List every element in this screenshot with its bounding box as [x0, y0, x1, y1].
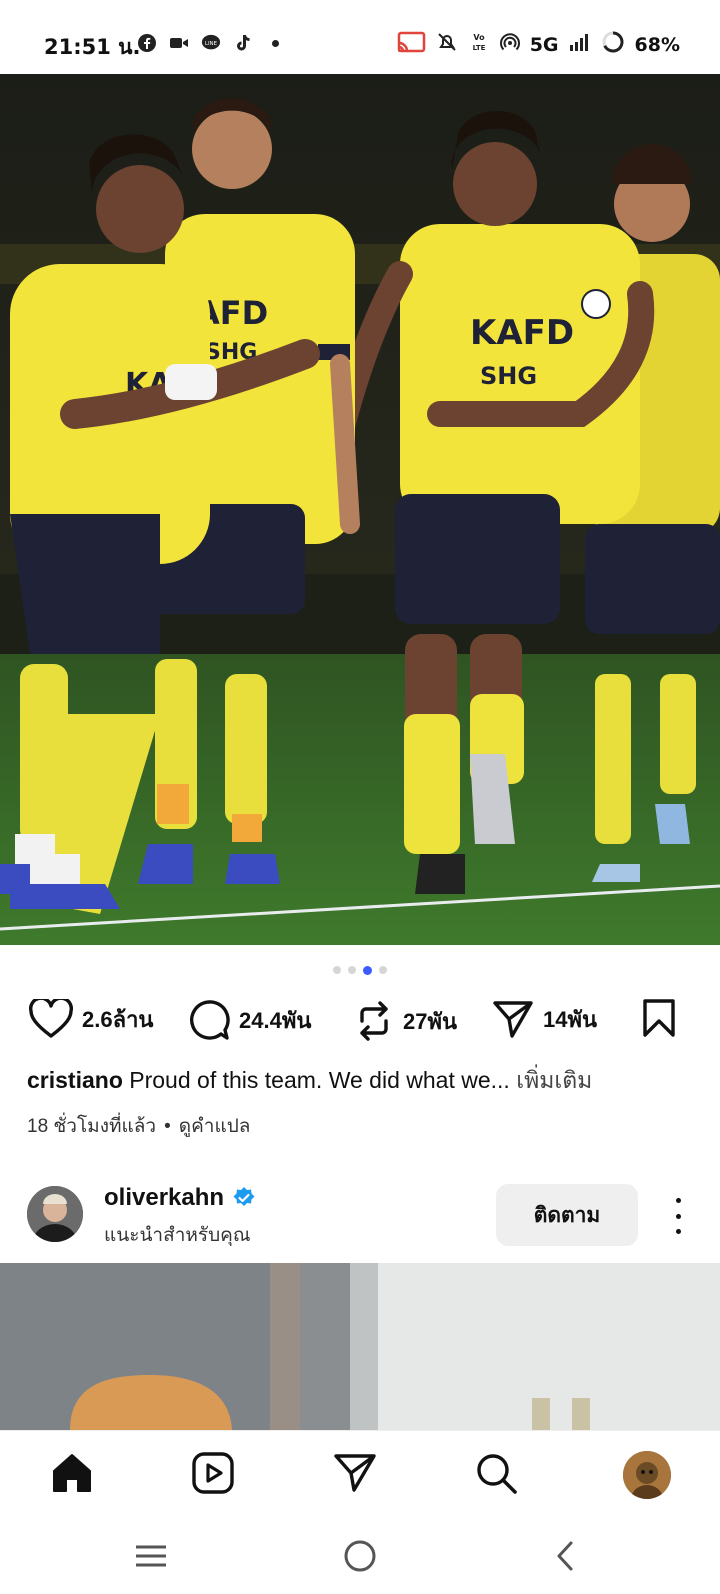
battery-level: 68%: [634, 33, 680, 56]
reels-icon: [192, 1452, 234, 1494]
repost-count: 27พัน: [403, 1008, 458, 1034]
notification-icons: LINE: [137, 33, 285, 53]
post-image[interactable]: KAFD SHG AFD SHG KA: [0, 74, 720, 945]
caption-username[interactable]: cristiano: [27, 1067, 123, 1093]
heart-icon: [29, 999, 73, 1038]
cast-icon: [396, 31, 426, 58]
caption-more-link[interactable]: เพิ่มเติม: [516, 1067, 592, 1093]
facebook-icon: [137, 33, 157, 53]
bookmark-icon: [643, 999, 675, 1037]
home-icon: [53, 1454, 91, 1492]
status-bar: 21:51 น. LINE Vo LTE 5G 68%: [0, 0, 720, 74]
signal-icon: [569, 32, 591, 57]
search-icon: [477, 1454, 517, 1494]
dot-icon: [265, 33, 285, 53]
hotspot-icon: [499, 32, 520, 57]
follow-button[interactable]: ติดตาม: [496, 1184, 638, 1246]
post-actions: 2.6ล้าน 24.4พัน 27พัน 14พัน: [0, 999, 720, 1047]
status-time: 21:51 น.: [44, 35, 141, 59]
like-count: 2.6ล้าน: [82, 1006, 154, 1032]
recents-button[interactable]: [131, 1538, 171, 1574]
repost-icon: [360, 1001, 388, 1041]
svg-text:LINE: LINE: [205, 41, 218, 47]
verified-badge-icon: [233, 1187, 255, 1206]
direct-tab[interactable]: [331, 1449, 379, 1497]
suggested-account: oliverkahn แนะนำสำหรับคุณ ติดตาม: [0, 1180, 720, 1250]
home-tab[interactable]: [48, 1449, 96, 1497]
caption-text: Proud of this team. We did what we...: [129, 1067, 510, 1093]
battery-icon: [601, 30, 625, 59]
comment-button[interactable]: 24.4พัน: [188, 999, 311, 1041]
comment-count: 24.4พัน: [239, 1007, 312, 1033]
post-meta: 18 ชั่วโมงที่แล้ว • ดูคำแปล: [27, 1111, 250, 1141]
video-icon: [169, 33, 189, 53]
tiktok-icon: [233, 33, 253, 53]
svg-text:SHG: SHG: [480, 362, 537, 390]
search-tab[interactable]: [472, 1449, 520, 1497]
more-dot: [675, 1213, 681, 1219]
volte-icon: Vo LTE: [468, 31, 490, 58]
repost-button[interactable]: 27พัน: [354, 999, 457, 1043]
suggested-avatar[interactable]: [27, 1186, 83, 1242]
translate-link[interactable]: ดูคำแปล: [179, 1116, 251, 1137]
like-button[interactable]: 2.6ล้าน: [29, 999, 153, 1039]
more-options-button[interactable]: [668, 1198, 688, 1234]
home-circle-icon: [344, 1540, 376, 1572]
line-icon: LINE: [201, 33, 221, 53]
recents-icon: [136, 1545, 166, 1567]
more-dot: [675, 1198, 681, 1203]
carousel-dot: [379, 966, 387, 974]
suggested-subtitle: แนะนำสำหรับคุณ: [104, 1225, 251, 1246]
suggested-username[interactable]: oliverkahn: [104, 1184, 224, 1212]
reels-tab[interactable]: [189, 1449, 237, 1497]
carousel-dot-active: [363, 965, 372, 975]
suggested-name-row[interactable]: oliverkahn: [104, 1184, 256, 1212]
profile-avatar[interactable]: [623, 1451, 671, 1499]
next-post-illustration: [0, 1263, 720, 1430]
save-button[interactable]: [642, 999, 676, 1037]
carousel-dot: [348, 966, 356, 974]
system-navigation: [0, 1518, 720, 1594]
system-status: Vo LTE 5G 68%: [396, 30, 680, 59]
post-photo-illustration: KAFD SHG AFD SHG KA: [0, 74, 720, 945]
more-dot: [675, 1229, 681, 1234]
next-post-image[interactable]: [0, 1263, 720, 1430]
comment-icon: [190, 1000, 230, 1040]
carousel-dot: [333, 966, 341, 974]
share-count: 14พัน: [543, 1006, 598, 1032]
carousel-dots: [0, 965, 720, 975]
svg-text:Vo: Vo: [473, 33, 485, 42]
home-button[interactable]: [340, 1538, 380, 1574]
back-button[interactable]: [546, 1538, 586, 1574]
svg-text:LTE: LTE: [472, 44, 485, 52]
back-icon: [557, 1541, 573, 1571]
svg-text:KAFD: KAFD: [470, 313, 574, 353]
post-caption[interactable]: cristiano Proud of this team. We did wha…: [27, 1063, 707, 1099]
send-icon: [493, 1001, 533, 1038]
send-icon: [334, 1454, 376, 1492]
bottom-navigation: [0, 1430, 720, 1519]
post-time: 18 ชั่วโมงที่แล้ว: [27, 1116, 157, 1137]
share-button[interactable]: 14พัน: [492, 999, 597, 1039]
meta-separator: •: [164, 1116, 171, 1137]
network-type: 5G: [529, 33, 559, 56]
mute-icon: [436, 31, 458, 58]
